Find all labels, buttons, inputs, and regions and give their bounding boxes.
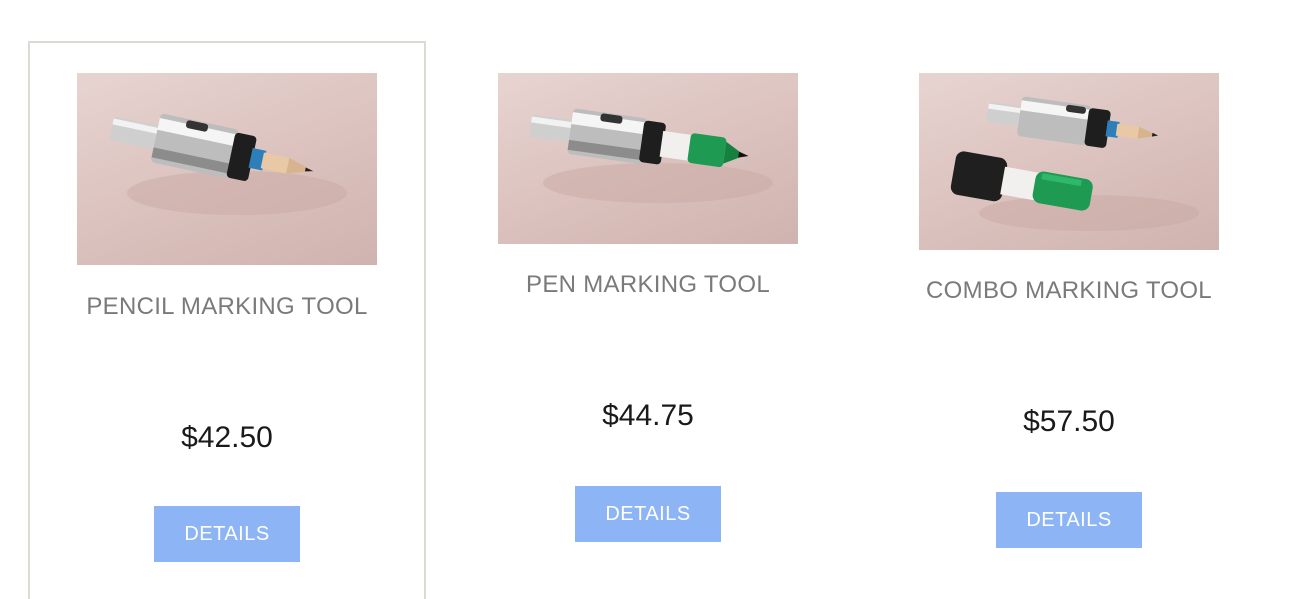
product-price: $57.50 (1023, 405, 1115, 438)
product-name[interactable]: COMBO MARKING TOOL (870, 277, 1268, 305)
product-grid: PENCIL MARKING TOOL $42.50 DETAILS PEN M… (0, 0, 1293, 599)
product-card-pen[interactable]: PEN MARKING TOOL $44.75 DETAILS (449, 41, 847, 599)
details-button-pen[interactable]: DETAILS (575, 486, 721, 542)
pencil-marking-tool-photo[interactable] (77, 73, 377, 265)
product-price: $42.50 (181, 421, 273, 454)
product-card-pencil[interactable]: PENCIL MARKING TOOL $42.50 DETAILS (28, 41, 426, 599)
product-name[interactable]: PEN MARKING TOOL (449, 271, 847, 299)
combo-marking-tool-photo[interactable] (919, 73, 1219, 250)
details-button-combo[interactable]: DETAILS (996, 492, 1142, 548)
product-price: $44.75 (602, 399, 694, 432)
product-card-combo[interactable]: COMBO MARKING TOOL $57.50 DETAILS (870, 41, 1268, 599)
details-button-pencil[interactable]: DETAILS (154, 506, 300, 562)
pen-marking-tool-photo[interactable] (498, 73, 798, 244)
product-name[interactable]: PENCIL MARKING TOOL (30, 293, 424, 321)
